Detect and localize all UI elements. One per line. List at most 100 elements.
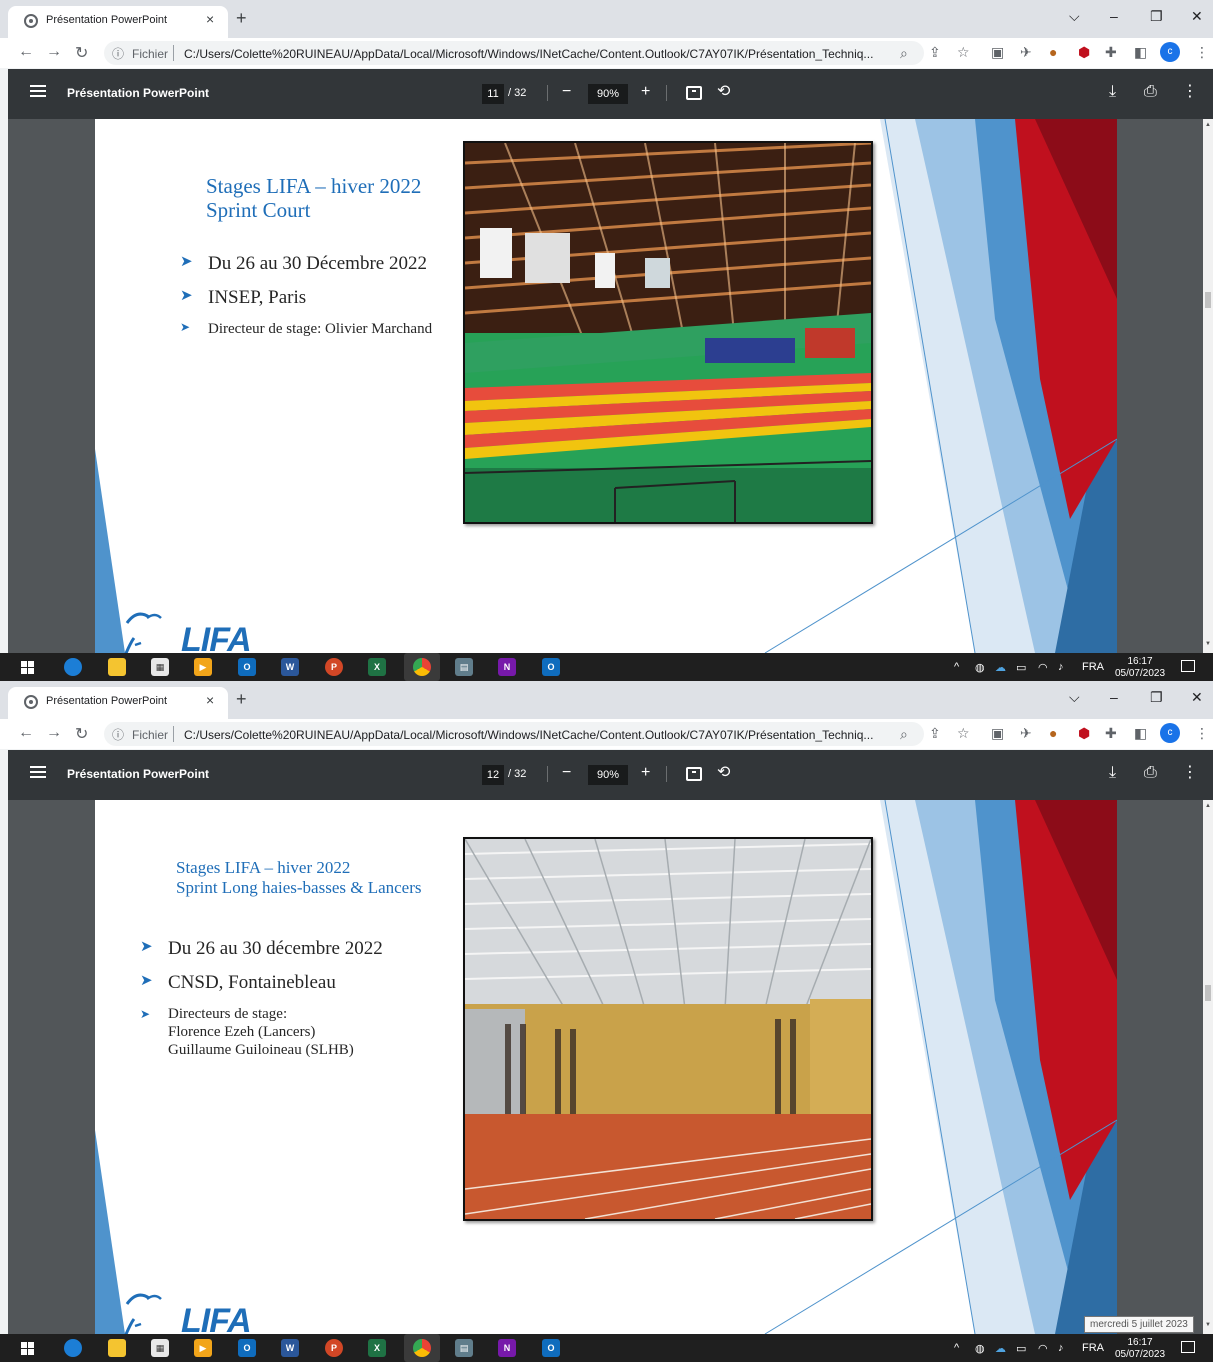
avatar[interactable]: c (1160, 723, 1180, 743)
puzzle-icon[interactable]: ✚ (1105, 724, 1117, 742)
speaker-icon[interactable]: ♪ (1058, 1342, 1064, 1354)
vertical-scrollbar[interactable]: ▲ ▼ (1203, 800, 1213, 1334)
download-icon[interactable]: ⤓ (1109, 763, 1116, 783)
forward-arrow-icon[interactable]: → (46, 43, 62, 61)
tab-search-button[interactable]: ⌵ (1069, 689, 1080, 706)
word-icon[interactable]: W (281, 1339, 299, 1357)
page-number-input[interactable]: 11 (482, 84, 504, 104)
windows-start-icon[interactable] (21, 1342, 34, 1355)
download-icon[interactable]: ⤓ (1109, 82, 1116, 102)
tab-active[interactable]: Présentation PowerPoint × (8, 687, 228, 719)
plus-icon[interactable]: + (641, 82, 650, 102)
chrome-icon[interactable] (404, 653, 440, 681)
url-text[interactable]: C:/Users/Colette%20RUINEAU/AppData/Local… (184, 47, 894, 61)
address-bar[interactable]: ⓘ Fichier C:/Users/Colette%20RUINEAU/App… (104, 41, 924, 65)
share-icon[interactable]: ⇪ (929, 724, 941, 742)
excel-icon[interactable]: X (368, 658, 386, 676)
zoom-input[interactable]: 90% (588, 84, 628, 104)
fit-page-icon[interactable] (686, 767, 702, 781)
info-icon[interactable]: ⓘ (112, 45, 124, 62)
kebab-menu-icon[interactable]: ⋮ (1195, 724, 1209, 742)
wifi-icon[interactable]: ◠ (1038, 661, 1048, 674)
tab-active[interactable]: Présentation PowerPoint × (8, 6, 228, 38)
battery-icon[interactable]: ▭ (1016, 661, 1026, 674)
pdf-viewer[interactable]: Stages LIFA – hiver 2022 Sprint Long hai… (8, 800, 1203, 1334)
edge-icon[interactable] (64, 658, 82, 676)
extension-icon[interactable]: ✈ (1020, 43, 1032, 61)
app-icon[interactable]: ▤ (455, 1339, 473, 1357)
tab-search-button[interactable]: ⌵ (1069, 8, 1080, 25)
sidebar-icon[interactable]: ◧ (1134, 724, 1147, 742)
outlook-icon[interactable]: O (238, 658, 256, 676)
powerpoint-icon[interactable]: P (325, 1339, 343, 1357)
new-tab-button[interactable]: + (236, 690, 247, 708)
forward-arrow-icon[interactable]: → (46, 724, 62, 742)
page-number-input[interactable]: 12 (482, 765, 504, 785)
address-bar[interactable]: ⓘ Fichier C:/Users/Colette%20RUINEAU/App… (104, 722, 924, 746)
extension-icon[interactable]: ✈ (1020, 724, 1032, 742)
reload-icon[interactable]: ↻ (75, 43, 88, 63)
extension-icon[interactable]: ⬢ (1078, 724, 1090, 742)
outlook-icon[interactable]: O (542, 658, 560, 676)
clock[interactable]: 16:17 05/07/2023 (1112, 656, 1168, 680)
tray-icon[interactable]: ◍ (975, 661, 985, 674)
zoom-input[interactable]: 90% (588, 765, 628, 785)
chrome-icon[interactable] (404, 1334, 440, 1362)
scroll-down-icon[interactable]: ▼ (1205, 641, 1211, 647)
outlook-icon[interactable]: O (542, 1339, 560, 1357)
extension-icon[interactable]: ▣ (991, 43, 1004, 61)
new-tab-button[interactable]: + (236, 9, 247, 27)
extension-icon[interactable]: ⬢ (1078, 43, 1090, 61)
vertical-scrollbar[interactable]: ▲ ▼ (1203, 119, 1213, 653)
windows-start-icon[interactable] (21, 661, 34, 674)
extension-icon[interactable]: ● (1049, 724, 1057, 742)
battery-icon[interactable]: ▭ (1016, 1342, 1026, 1355)
tab-close-button[interactable]: × (206, 11, 214, 27)
fit-page-icon[interactable] (686, 86, 702, 100)
scroll-up-icon[interactable]: ▲ (1205, 803, 1211, 809)
scrollbar-thumb[interactable] (1205, 985, 1211, 1001)
word-icon[interactable]: W (281, 658, 299, 676)
language-indicator[interactable]: FRA (1082, 1342, 1104, 1354)
minus-icon[interactable]: − (562, 763, 571, 783)
store-icon[interactable]: ▦ (151, 658, 169, 676)
tray-icon[interactable]: ◍ (975, 1342, 985, 1355)
restore-button[interactable]: ❐ (1150, 689, 1163, 706)
puzzle-icon[interactable]: ✚ (1105, 43, 1117, 61)
chevron-up-icon[interactable]: ^ (954, 1342, 959, 1354)
speaker-icon[interactable]: ♪ (1058, 661, 1064, 673)
minimize-button[interactable]: – (1110, 8, 1118, 24)
file-explorer-icon[interactable] (108, 658, 126, 676)
language-indicator[interactable]: FRA (1082, 661, 1104, 673)
share-icon[interactable]: ⇪ (929, 43, 941, 61)
scrollbar-thumb[interactable] (1205, 292, 1211, 308)
zoom-icon[interactable]: ⌕ (900, 725, 908, 743)
onedrive-icon[interactable]: ☁ (995, 1342, 1006, 1355)
minus-icon[interactable]: − (562, 82, 571, 102)
tab-close-button[interactable]: × (206, 692, 214, 708)
clock[interactable]: 16:17 05/07/2023 (1112, 1337, 1168, 1361)
store-icon[interactable]: ▦ (151, 1339, 169, 1357)
kebab-menu-icon[interactable]: ⋮ (1182, 763, 1198, 783)
restore-button[interactable]: ❐ (1150, 8, 1163, 25)
onenote-icon[interactable]: N (498, 1339, 516, 1357)
app-icon[interactable]: ▶ (194, 1339, 212, 1357)
sidebar-icon[interactable]: ◧ (1134, 43, 1147, 61)
kebab-menu-icon[interactable]: ⋮ (1195, 43, 1209, 61)
app-icon[interactable]: ▤ (455, 658, 473, 676)
minimize-button[interactable]: – (1110, 689, 1118, 705)
url-text[interactable]: C:/Users/Colette%20RUINEAU/AppData/Local… (184, 728, 894, 742)
plus-icon[interactable]: + (641, 763, 650, 783)
notification-icon[interactable] (1181, 1341, 1195, 1353)
edge-icon[interactable] (64, 1339, 82, 1357)
avatar[interactable]: c (1160, 42, 1180, 62)
reload-icon[interactable]: ↻ (75, 724, 88, 744)
onedrive-icon[interactable]: ☁ (995, 661, 1006, 674)
hamburger-icon[interactable] (30, 766, 46, 778)
outlook-icon[interactable]: O (238, 1339, 256, 1357)
notification-icon[interactable] (1181, 660, 1195, 672)
back-arrow-icon[interactable]: ← (18, 43, 34, 61)
chevron-up-icon[interactable]: ^ (954, 661, 959, 673)
rotate-icon[interactable]: ⟲ (717, 82, 730, 102)
extension-icon[interactable]: ▣ (991, 724, 1004, 742)
